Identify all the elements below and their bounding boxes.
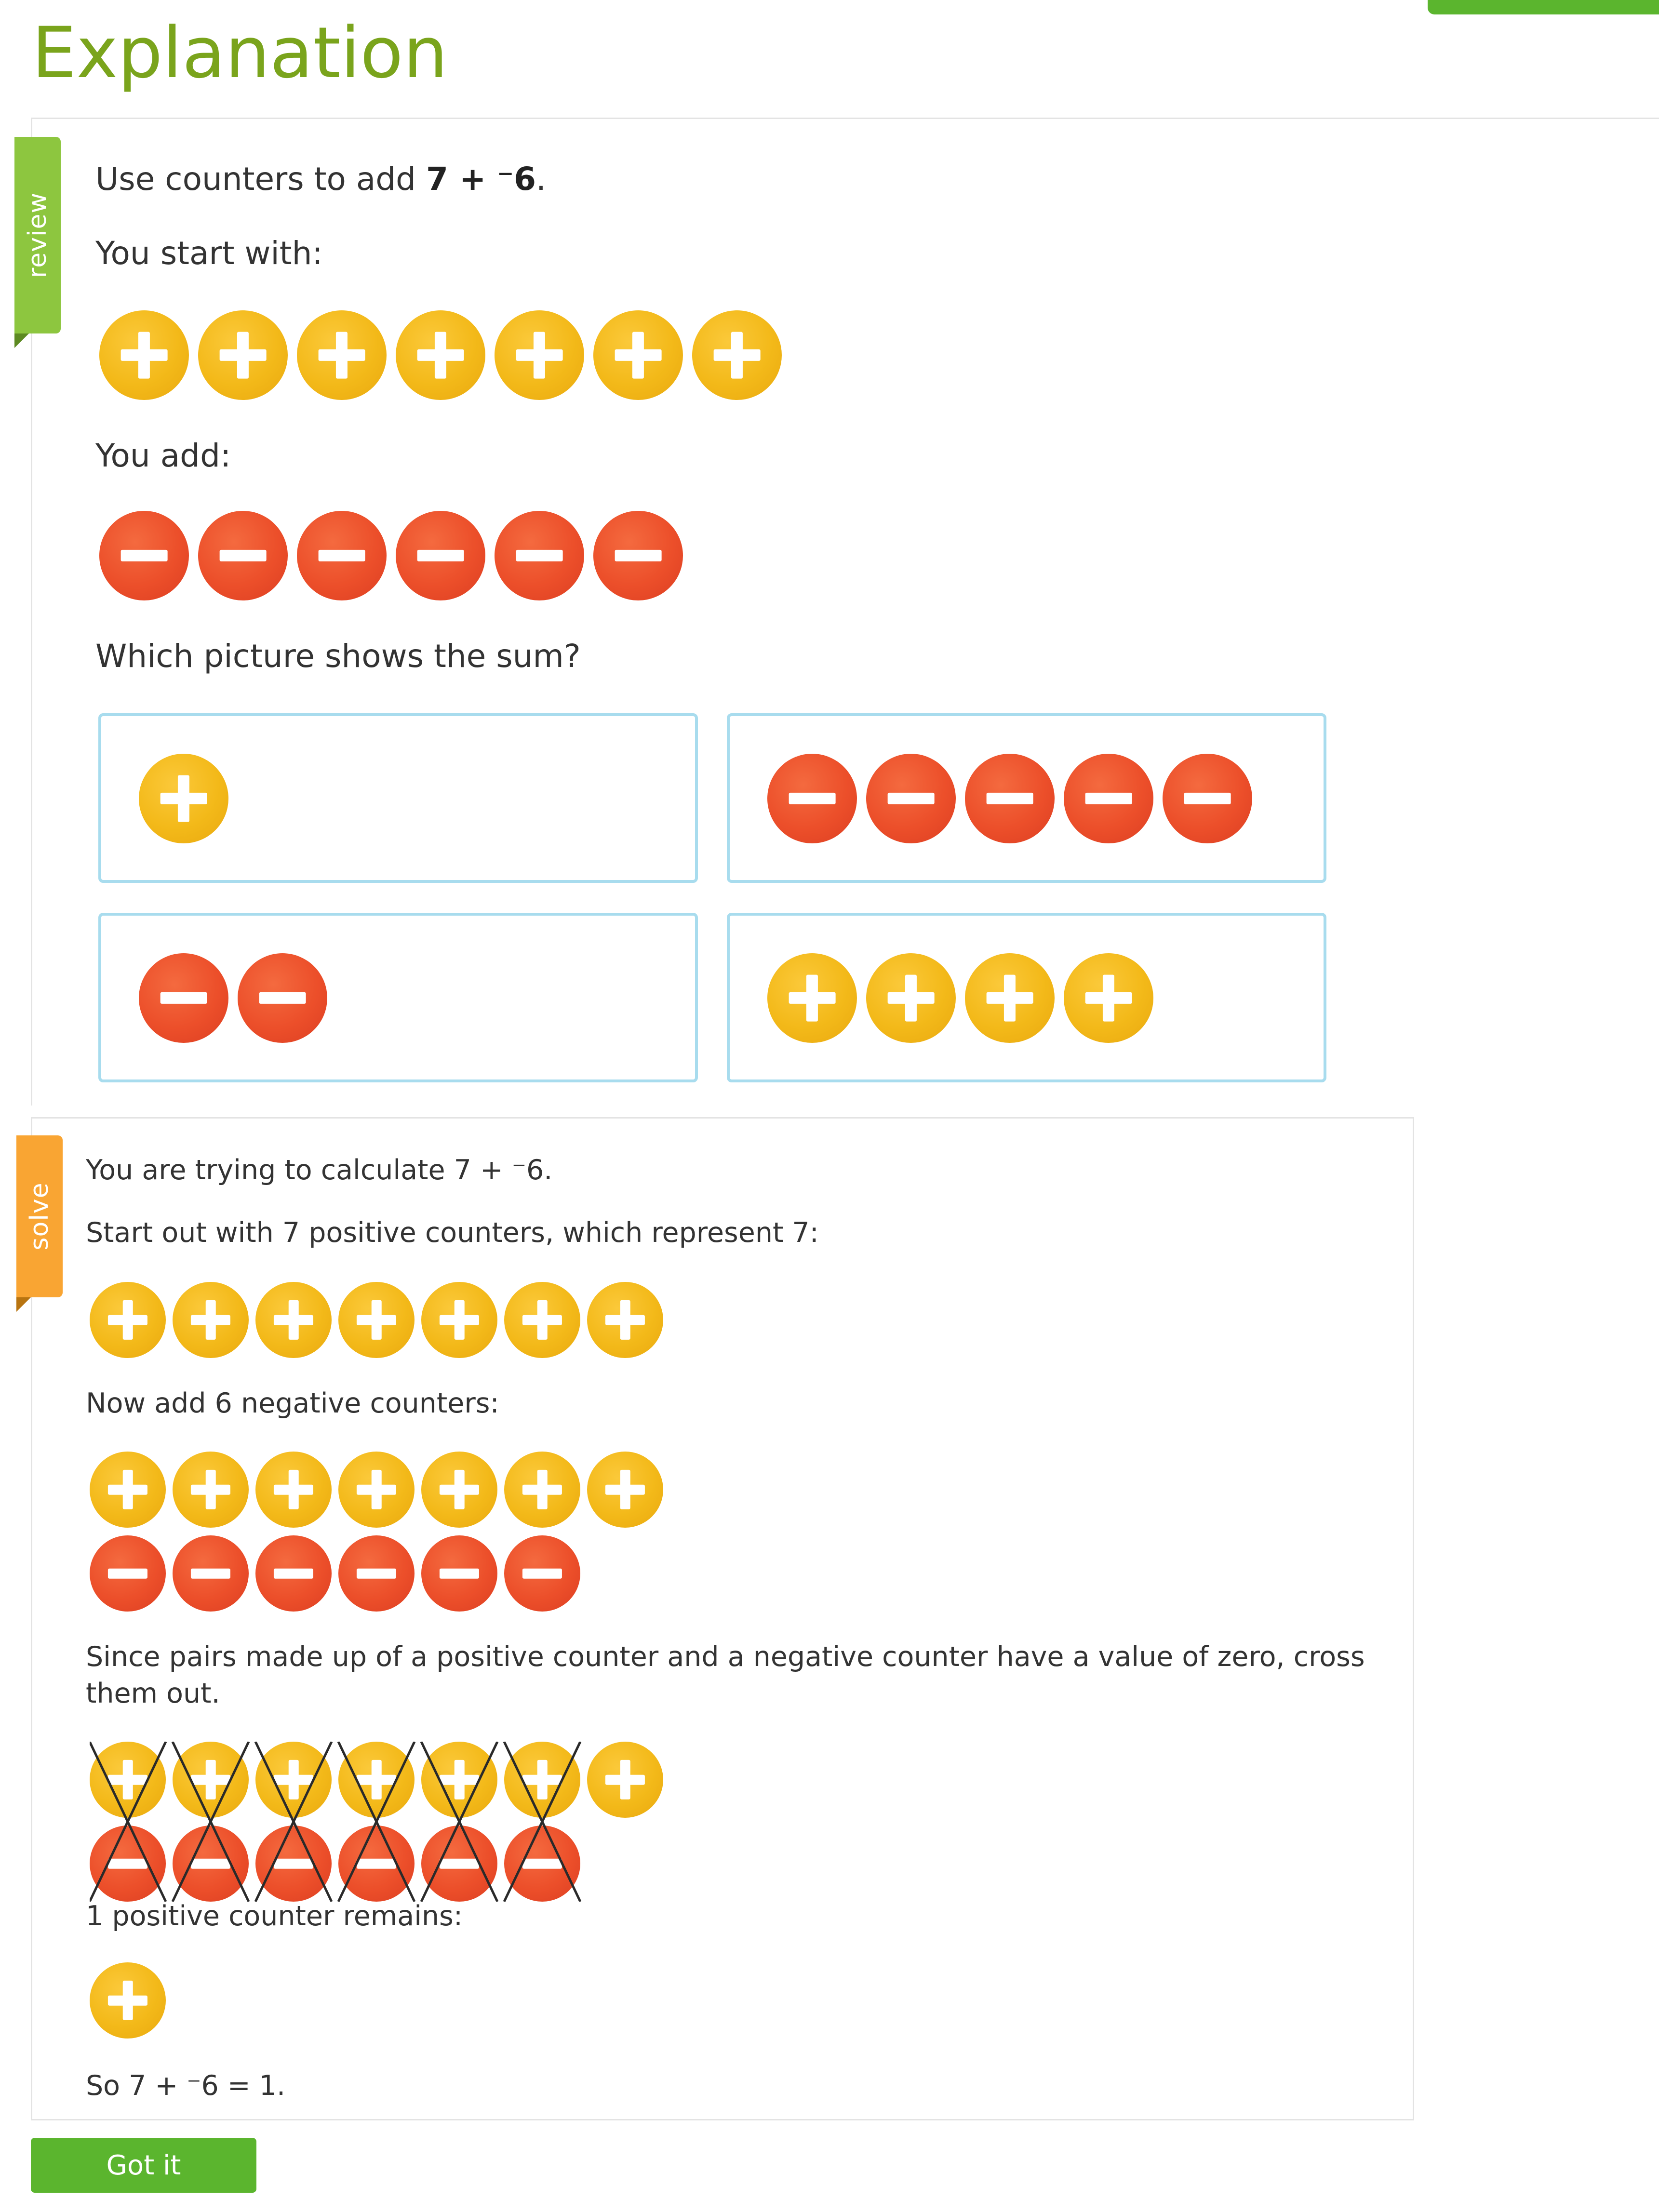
- plus-counter-icon: [297, 310, 387, 400]
- start-counters: [99, 310, 791, 400]
- minus-counter-icon: [767, 754, 857, 843]
- minus-counter-icon: [255, 1535, 332, 1612]
- got-it-button[interactable]: Got it: [31, 2138, 256, 2193]
- plus-counter-icon: [139, 754, 228, 843]
- solve-line-5: 1 positive counter remains:: [86, 1900, 463, 1932]
- minus-counter-icon: [90, 1535, 166, 1612]
- plus-counter-icon: [255, 1452, 332, 1528]
- plus-counter-icon: [338, 1742, 415, 1818]
- minus-counter-icon: [338, 1535, 415, 1612]
- plus-counter-icon: [593, 310, 683, 400]
- solve-line-2: Start out with 7 positive counters, whic…: [86, 1217, 819, 1249]
- minus-counter-icon: [593, 511, 683, 600]
- step4-counters: [90, 1962, 173, 2039]
- minus-counter-icon: [238, 953, 327, 1043]
- plus-counter-icon: [421, 1452, 497, 1528]
- answer-choice-4[interactable]: [727, 913, 1326, 1082]
- plus-counter-icon: [90, 1282, 166, 1358]
- review-tab-label: review: [23, 192, 52, 278]
- plus-counter-icon: [90, 1452, 166, 1528]
- minus-counter-icon: [173, 1535, 249, 1612]
- plus-counter-icon: [504, 1452, 580, 1528]
- plus-counter-icon: [255, 1282, 332, 1358]
- review-tab: review: [14, 137, 61, 348]
- add-label: You add:: [95, 437, 231, 474]
- plus-counter-icon: [198, 310, 288, 400]
- plus-counter-icon: [99, 310, 189, 400]
- answer-choice-1[interactable]: [98, 713, 698, 883]
- solve-tab-label: solve: [25, 1182, 54, 1251]
- step1-counters: [90, 1282, 670, 1358]
- minus-counter-icon: [1163, 754, 1252, 843]
- plus-counter-icon: [692, 310, 782, 400]
- answer-choice-2[interactable]: [727, 713, 1326, 883]
- step3-negative-row: [90, 1826, 587, 1902]
- plus-counter-icon: [338, 1452, 415, 1528]
- minus-counter-icon: [139, 953, 228, 1043]
- minus-counter-icon: [866, 754, 956, 843]
- plus-counter-icon: [866, 953, 956, 1043]
- minus-counter-icon: [421, 1826, 497, 1902]
- plus-counter-icon: [90, 1962, 166, 2039]
- plus-counter-icon: [1064, 953, 1153, 1043]
- choice-1-counters: [139, 754, 238, 843]
- choice-3-counters: [139, 953, 336, 1043]
- minus-counter-icon: [504, 1826, 580, 1902]
- top-accent-bar: [1428, 0, 1659, 14]
- plus-counter-icon: [173, 1742, 249, 1818]
- solve-conclusion: So 7 + ⁻6 = 1.: [86, 2070, 286, 2102]
- plus-counter-icon: [767, 953, 857, 1043]
- plus-counter-icon: [173, 1452, 249, 1528]
- plus-counter-icon: [396, 310, 485, 400]
- question-text: Use counters to add 7 + ⁻6.: [95, 160, 546, 198]
- page-title: Explanation: [32, 12, 448, 94]
- solve-tab: solve: [16, 1135, 63, 1312]
- plus-counter-icon: [90, 1742, 166, 1818]
- minus-counter-icon: [90, 1826, 166, 1902]
- solve-line-4b: them out.: [86, 1678, 220, 1709]
- plus-counter-icon: [504, 1742, 580, 1818]
- plus-counter-icon: [421, 1282, 497, 1358]
- plus-counter-icon: [587, 1742, 663, 1818]
- minus-counter-icon: [396, 511, 485, 600]
- minus-counter-icon: [504, 1535, 580, 1612]
- plus-counter-icon: [965, 953, 1055, 1043]
- minus-counter-icon: [198, 511, 288, 600]
- add-counters: [99, 511, 692, 600]
- step3-positive-row: [90, 1742, 670, 1818]
- choice-4-counters: [767, 953, 1163, 1043]
- plus-counter-icon: [587, 1282, 663, 1358]
- sum-prompt: Which picture shows the sum?: [95, 638, 581, 675]
- minus-counter-icon: [297, 511, 387, 600]
- minus-counter-icon: [99, 511, 189, 600]
- solve-line-4a: Since pairs made up of a positive counte…: [86, 1641, 1365, 1673]
- minus-counter-icon: [255, 1826, 332, 1902]
- question-expression: 7 + ⁻6: [426, 160, 536, 198]
- solve-line-3: Now add 6 negative counters:: [86, 1387, 499, 1419]
- minus-counter-icon: [1064, 754, 1153, 843]
- minus-counter-icon: [173, 1826, 249, 1902]
- plus-counter-icon: [173, 1282, 249, 1358]
- step2-negative-row: [90, 1535, 587, 1612]
- solve-line-1: You are trying to calculate 7 + ⁻6.: [86, 1154, 553, 1186]
- answer-choice-3[interactable]: [98, 913, 698, 1082]
- plus-counter-icon: [587, 1452, 663, 1528]
- solve-section: [31, 1117, 1414, 2120]
- choice-2-counters: [767, 754, 1261, 843]
- plus-counter-icon: [338, 1282, 415, 1358]
- plus-counter-icon: [421, 1742, 497, 1818]
- minus-counter-icon: [965, 754, 1055, 843]
- start-label: You start with:: [95, 235, 323, 272]
- minus-counter-icon: [421, 1535, 497, 1612]
- minus-counter-icon: [338, 1826, 415, 1902]
- step2-positive-row: [90, 1452, 670, 1528]
- minus-counter-icon: [495, 511, 584, 600]
- plus-counter-icon: [504, 1282, 580, 1358]
- plus-counter-icon: [255, 1742, 332, 1818]
- plus-counter-icon: [495, 310, 584, 400]
